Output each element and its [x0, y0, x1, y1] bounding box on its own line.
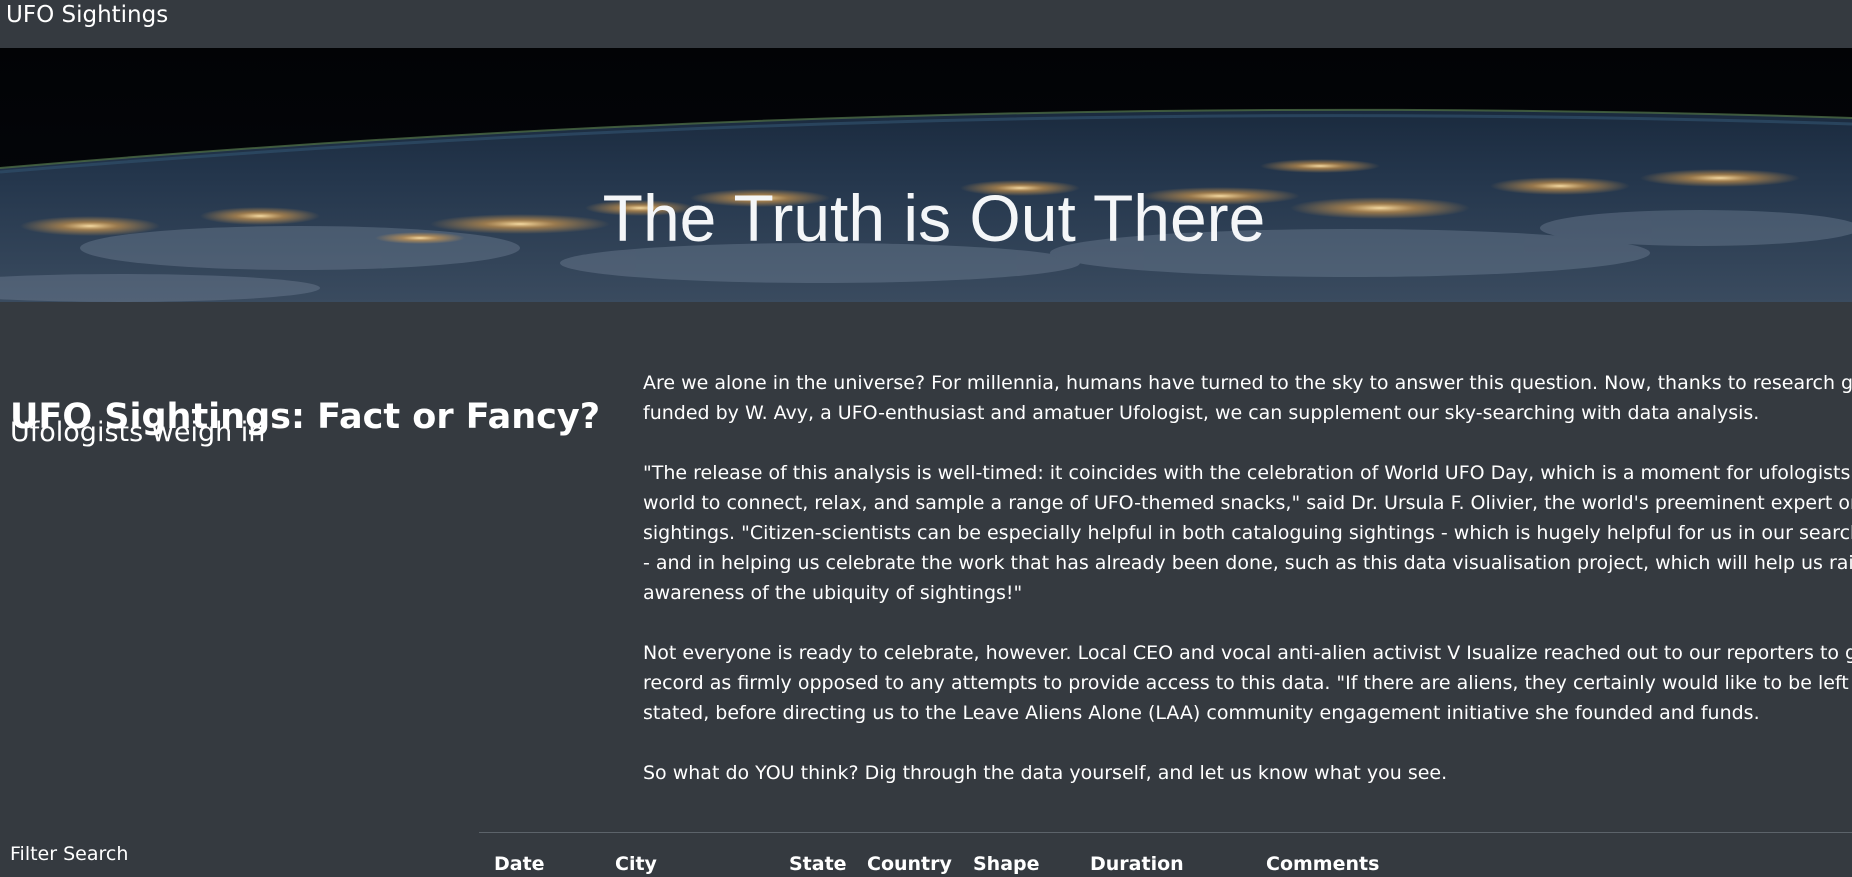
column-header-country: Country: [867, 853, 952, 875]
column-header-date: Date: [494, 853, 545, 875]
article-body: Are we alone in the universe? For millen…: [643, 368, 1852, 818]
article-line: stated, before directing us to the Leave…: [643, 702, 1760, 724]
column-header-shape: Shape: [973, 853, 1040, 875]
article-line: world to connect, relax, and sample a ra…: [643, 492, 1852, 514]
article-line: record as firmly opposed to any attempts…: [643, 672, 1852, 694]
article-line: Are we alone in the universe? For millen…: [643, 372, 1852, 394]
column-header-city: City: [615, 853, 657, 875]
article-line: awareness of the ubiquity of sightings!": [643, 582, 1023, 604]
navbar-brand-link[interactable]: UFO Sightings: [6, 0, 168, 30]
navbar: UFO Sightings: [0, 0, 1852, 48]
article-paragraph: "The release of this analysis is well-ti…: [643, 458, 1852, 608]
article-paragraph: Not everyone is ready to celebrate, howe…: [643, 638, 1852, 728]
column-header-duration: Duration: [1090, 853, 1184, 875]
hero-banner: The Truth is Out There: [0, 48, 1852, 302]
section-subheading: Ufologists weigh in: [10, 417, 266, 448]
earth-night-image: [0, 48, 1852, 302]
table-header-row: Date City State Country Shape Duration C…: [479, 833, 1852, 875]
column-header-comments: Comments: [1266, 853, 1380, 875]
column-header-state: State: [789, 853, 847, 875]
article-line: Not everyone is ready to celebrate, howe…: [643, 642, 1852, 664]
article-line: So what do YOU think? Dig through the da…: [643, 762, 1448, 784]
article-line: - and in helping us celebrate the work t…: [643, 552, 1852, 574]
filter-search-label: Filter Search: [10, 843, 129, 865]
article-line: sightings. "Citizen-scientists can be es…: [643, 522, 1852, 544]
article-paragraph: So what do YOU think? Dig through the da…: [643, 758, 1852, 788]
article-paragraph: Are we alone in the universe? For millen…: [643, 368, 1852, 428]
sightings-table: Date City State Country Shape Duration C…: [479, 832, 1852, 875]
article-line: "The release of this analysis is well-ti…: [643, 462, 1852, 484]
hero-title: The Truth is Out There: [602, 181, 1266, 256]
article-line: funded by W. Avy, a UFO-enthusiast and a…: [643, 402, 1760, 424]
